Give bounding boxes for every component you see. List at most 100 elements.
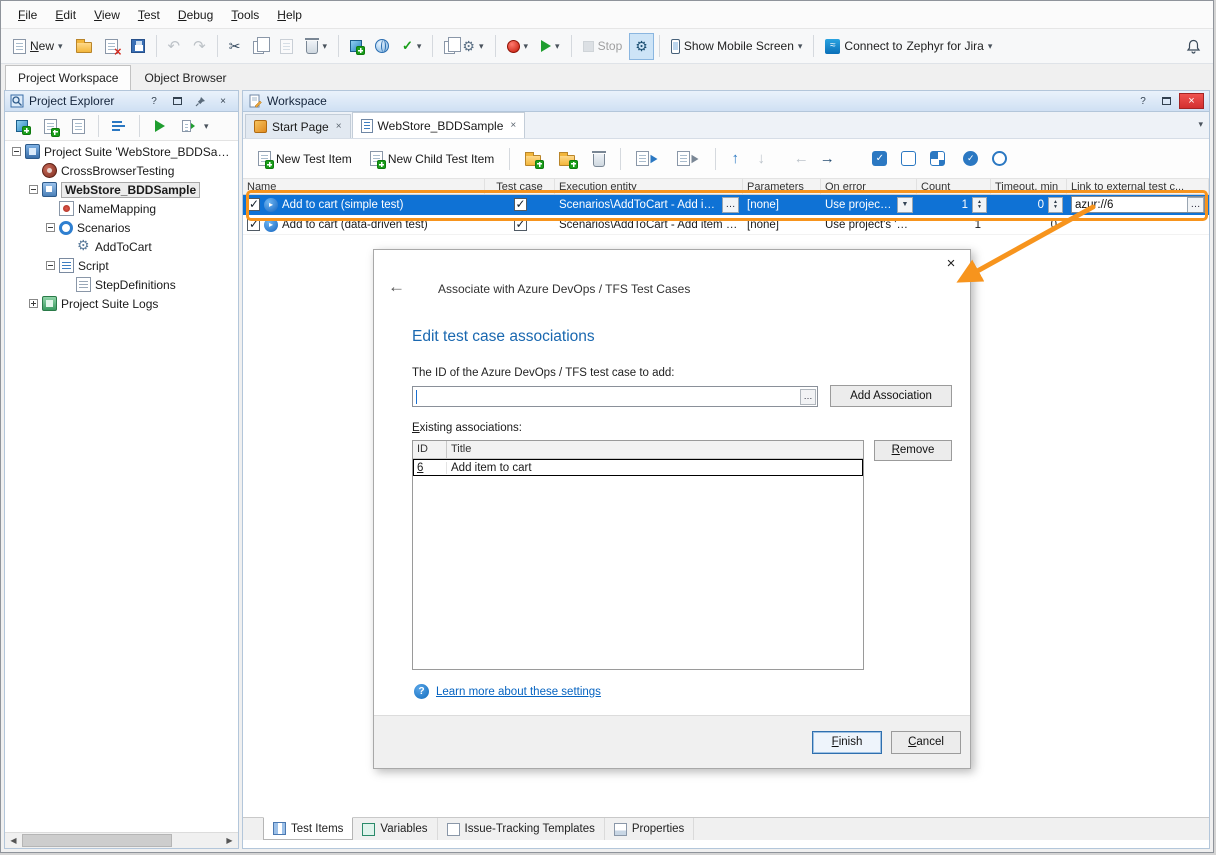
timeout-spinner[interactable]: ▲▼ <box>1048 197 1063 213</box>
tree-item-scenarios[interactable]: Scenarios <box>6 218 237 237</box>
scroll-left-button[interactable]: ◀ <box>5 833 22 848</box>
paste-button[interactable] <box>274 33 299 60</box>
paste-test-item-button[interactable] <box>670 144 707 174</box>
test-item-row[interactable]: ▸ Add to cart (data-driven test) Scenari… <box>243 215 1209 235</box>
check-group-button[interactable] <box>930 151 945 166</box>
move-up-button[interactable]: ↑ <box>724 150 746 167</box>
copy-button[interactable] <box>247 33 273 60</box>
close-file-button[interactable] <box>99 33 124 60</box>
chevron-down-icon[interactable]: ▾ <box>204 121 209 132</box>
finish-button[interactable]: Finish <box>812 731 882 754</box>
pin-button[interactable] <box>190 93 210 109</box>
notifications-button[interactable] <box>1180 33 1207 60</box>
organize-items-button[interactable] <box>107 114 131 138</box>
checkbox-checked[interactable] <box>247 198 260 211</box>
copy-test-item-button[interactable] <box>629 144 666 174</box>
remove-button[interactable]: Remove <box>874 440 952 461</box>
tab-test-items[interactable]: Test Items <box>263 817 353 840</box>
count-spinner[interactable]: ▲▼ <box>972 197 987 213</box>
column-header-on-error[interactable]: On error <box>821 179 917 194</box>
column-header-execution-entity[interactable]: Execution entity <box>555 179 743 194</box>
tab-list-chevron-icon[interactable]: ▾ <box>1198 119 1203 130</box>
tree-item-webstore-bddsample[interactable]: WebStore_BDDSample <box>6 180 237 199</box>
check-selected-button[interactable]: ✓ <box>963 151 978 166</box>
menu-debug[interactable]: Debug <box>169 3 222 27</box>
menu-help[interactable]: Help <box>268 3 311 27</box>
ellipsis-button[interactable]: … <box>722 197 739 213</box>
tree-item-namemapping[interactable]: NameMapping <box>6 199 237 218</box>
save-all-button[interactable] <box>125 33 151 60</box>
column-header-link[interactable]: Link to external test c... <box>1067 179 1209 194</box>
close-icon[interactable]: × <box>942 255 960 273</box>
checkbox-checked[interactable] <box>247 218 260 231</box>
scrollbar-thumb[interactable] <box>22 834 172 847</box>
tab-variables[interactable]: Variables <box>353 818 437 840</box>
test-visualizer-button[interactable]: ⚙ <box>629 33 654 60</box>
close-workspace-button[interactable]: × <box>1179 93 1204 109</box>
maximize-button[interactable] <box>1156 93 1176 109</box>
checkbox-checked[interactable] <box>514 198 527 211</box>
tab-webstore-bddsample[interactable]: WebStore_BDDSample × <box>352 112 526 138</box>
add-existing-item-button[interactable] <box>66 114 90 138</box>
tree-item-project-suite[interactable]: Project Suite 'WebStore_BDDSample' (1 <box>6 142 237 161</box>
cut-button[interactable]: ✂ <box>223 33 247 60</box>
check-all-button[interactable]: ✓ <box>872 151 887 166</box>
tab-issue-tracking-templates[interactable]: Issue-Tracking Templates <box>438 818 605 840</box>
move-right-button[interactable]: → <box>816 150 838 167</box>
close-tab-icon[interactable]: × <box>336 121 342 132</box>
menu-view[interactable]: View <box>85 3 129 27</box>
menu-test[interactable]: Test <box>129 3 169 27</box>
web-testing-button[interactable] <box>369 33 395 60</box>
new-button[interactable]: New ▾ <box>7 33 69 60</box>
run-project-suite-button[interactable] <box>176 114 200 138</box>
chevron-down-icon[interactable]: ▾ <box>555 41 560 52</box>
delete-button[interactable]: ▾ <box>300 33 333 60</box>
collapse-icon[interactable] <box>46 261 55 270</box>
column-header-test-case[interactable]: Test case <box>485 179 555 194</box>
tab-project-workspace[interactable]: Project Workspace <box>5 65 131 90</box>
chevron-down-icon[interactable]: ▾ <box>479 41 484 52</box>
tree-item-stepdefinitions[interactable]: StepDefinitions <box>6 275 237 294</box>
expand-icon[interactable] <box>29 299 38 308</box>
record-button[interactable]: ▾ <box>501 33 535 60</box>
tab-properties[interactable]: Properties <box>605 818 694 840</box>
show-mobile-screen-button[interactable]: Show Mobile Screen ▾ <box>665 33 809 60</box>
maximize-button[interactable] <box>167 93 187 109</box>
cancel-button[interactable]: Cancel <box>891 731 961 754</box>
object-spy-button[interactable]: ⚙ ▾ <box>438 33 489 60</box>
spin-down-icon[interactable]: ▼ <box>1053 205 1058 210</box>
open-button[interactable] <box>70 33 98 60</box>
chevron-down-icon[interactable]: ▾ <box>58 41 63 52</box>
add-group-button[interactable] <box>552 144 582 174</box>
chevron-down-icon[interactable]: ▾ <box>798 41 803 52</box>
collapse-icon[interactable] <box>12 147 21 156</box>
column-header-name[interactable]: Name <box>243 179 485 194</box>
chevron-down-icon[interactable]: ▾ <box>524 41 529 52</box>
tab-start-page[interactable]: Start Page × <box>245 114 351 138</box>
column-header-id[interactable]: ID <box>413 441 447 458</box>
ellipsis-button[interactable]: … <box>1187 197 1204 213</box>
browse-button[interactable]: … <box>800 389 816 405</box>
tree-item-script[interactable]: Script <box>6 256 237 275</box>
tab-object-browser[interactable]: Object Browser <box>132 67 238 90</box>
delete-test-item-button[interactable] <box>586 144 612 174</box>
tree-item-addtocart[interactable]: AddToCart <box>6 237 237 256</box>
add-new-item-button[interactable] <box>344 33 368 60</box>
help-button[interactable]: ? <box>144 93 164 109</box>
collapse-icon[interactable] <box>46 223 55 232</box>
uncheck-all-button[interactable] <box>901 151 916 166</box>
menu-edit[interactable]: Edit <box>46 3 85 27</box>
menu-file[interactable]: File <box>9 3 46 27</box>
tree-item-project-suite-logs[interactable]: Project Suite Logs <box>6 294 237 313</box>
collapse-icon[interactable] <box>29 185 38 194</box>
link-field[interactable]: azur://6 … <box>1071 196 1205 213</box>
stop-button[interactable]: Stop <box>577 33 629 60</box>
connect-zephyr-button[interactable]: ≈ Connect to Zephyr for Jira ▾ <box>819 33 998 60</box>
chevron-down-icon[interactable]: ▾ <box>988 41 993 52</box>
move-left-button[interactable]: ← <box>790 150 812 167</box>
redo-button[interactable]: ↷ <box>187 33 212 60</box>
chevron-down-icon[interactable]: ▾ <box>417 41 422 52</box>
new-test-item-button[interactable]: New Test Item <box>251 144 359 174</box>
undo-button[interactable]: ↶ <box>162 33 187 60</box>
tree-item-crossbrowsertesting[interactable]: CrossBrowserTesting <box>6 161 237 180</box>
